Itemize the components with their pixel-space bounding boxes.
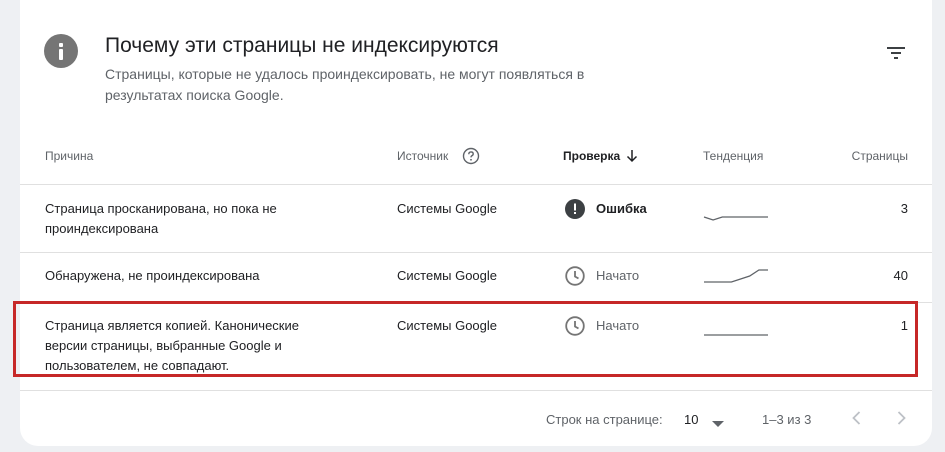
table-row-2-status: Начато bbox=[596, 268, 640, 283]
rows-per-page-select[interactable]: 10 bbox=[684, 412, 698, 427]
info-icon bbox=[44, 34, 78, 68]
chevron-left-icon[interactable] bbox=[848, 409, 866, 427]
table-row-2-trend-sparkline bbox=[704, 269, 768, 283]
page-subtitle: Страницы, которые не удалось проиндексир… bbox=[105, 66, 585, 103]
clock-icon bbox=[565, 266, 585, 286]
chevron-right-icon[interactable] bbox=[892, 409, 910, 427]
trend-line bbox=[703, 216, 768, 221]
table-row-2-reason[interactable]: Обнаружена, не проиндексирована bbox=[45, 266, 345, 286]
column-header-trend[interactable]: Тенденция bbox=[703, 149, 763, 163]
column-header-pages[interactable]: Страницы bbox=[852, 149, 908, 163]
help-icon[interactable] bbox=[462, 147, 480, 165]
dropdown-arrow-icon[interactable] bbox=[711, 416, 725, 427]
table-row-2-source: Системы Google bbox=[397, 268, 498, 283]
table-row-1-source: Системы Google bbox=[397, 201, 498, 216]
header-divider bbox=[20, 184, 932, 185]
table-row-2-pages: 40 bbox=[893, 268, 908, 283]
column-header-reason[interactable]: Причина bbox=[45, 149, 93, 163]
highlight-box bbox=[13, 301, 918, 377]
page-title: Почему эти страницы не индексируются bbox=[105, 34, 499, 57]
trend-line bbox=[704, 269, 768, 283]
pagination-range: 1–3 из 3 bbox=[762, 412, 812, 427]
footer-divider bbox=[20, 390, 932, 391]
column-header-validation[interactable]: Проверка bbox=[563, 149, 620, 163]
column-header-source[interactable]: Источник bbox=[397, 149, 448, 163]
error-icon bbox=[565, 199, 585, 219]
table-row-1-status: Ошибка bbox=[596, 201, 647, 216]
table-row-1-pages: 3 bbox=[900, 201, 908, 216]
table-row-1-trend-sparkline bbox=[703, 216, 768, 221]
row-divider bbox=[20, 252, 932, 253]
sort-arrow-down-icon[interactable] bbox=[625, 149, 639, 163]
rows-per-page-label: Строк на странице: bbox=[546, 412, 663, 427]
table-row-1-reason[interactable]: Страница просканирована, но пока не прои… bbox=[45, 199, 345, 239]
filter-icon[interactable] bbox=[885, 44, 907, 62]
